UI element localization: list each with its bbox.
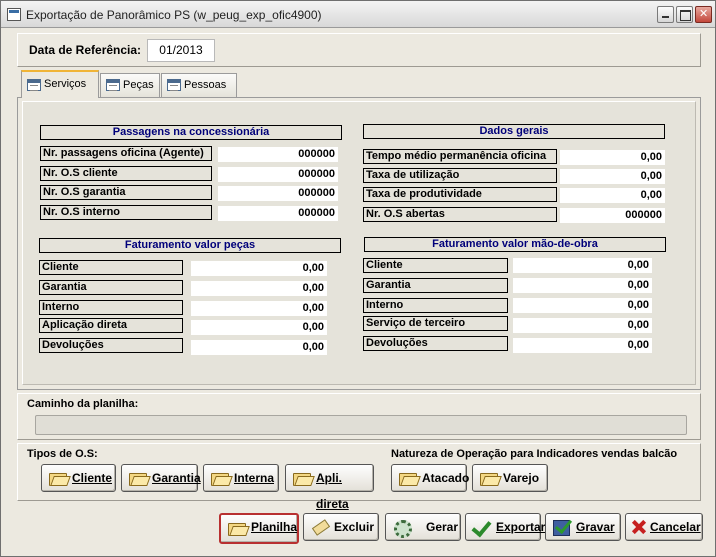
- tipo-garantia-label: Garantia: [152, 471, 201, 485]
- folder-open-icon: [49, 471, 67, 486]
- fat-mao-obra-row-label: Serviço de terceiro: [363, 316, 508, 331]
- folder-open-icon: [129, 471, 147, 486]
- tab-pecas-label: Peças: [123, 79, 154, 91]
- tipo-cliente-button[interactable]: Cliente: [41, 464, 116, 492]
- folder-open-icon: [399, 471, 417, 486]
- grid-icon: [167, 79, 181, 91]
- dados-gerais-row-value[interactable]: 0,00: [560, 150, 665, 165]
- reference-date-label: Data de Referência:: [29, 43, 142, 57]
- tab-servicos[interactable]: Serviços: [21, 70, 99, 98]
- dados-gerais-row-value[interactable]: 0,00: [560, 188, 665, 203]
- passagens-header: Passagens na concessionária: [40, 125, 342, 140]
- tipo-apli-direta-button[interactable]: Apli. direta: [285, 464, 374, 511]
- passagens-row-label: Nr. O.S cliente: [40, 166, 212, 181]
- fat-mao-obra-row-label: Interno: [363, 298, 508, 313]
- planilha-button[interactable]: Planilha: [219, 513, 299, 544]
- passagens-row-value[interactable]: 000000: [218, 167, 338, 182]
- gravar-label: Gravar: [576, 520, 615, 534]
- main-window: Exportação de Panorâmico PS (w_peug_exp_…: [0, 0, 716, 557]
- fat-pecas-row-label: Interno: [39, 300, 183, 315]
- natureza-atacado-label: Atacado: [422, 471, 470, 485]
- tab-pessoas[interactable]: Pessoas: [161, 73, 237, 97]
- excluir-button[interactable]: Excluir: [303, 513, 379, 541]
- natureza-varejo-label: Varejo: [503, 471, 540, 485]
- tab-servicos-label: Serviços: [44, 78, 87, 90]
- window-title: Exportação de Panorâmico PS (w_peug_exp_…: [26, 8, 322, 22]
- minimize-button[interactable]: [657, 6, 674, 23]
- fat-pecas-header: Faturamento valor peças: [39, 238, 341, 253]
- folder-open-icon: [211, 471, 229, 486]
- fat-mao-obra-row-value[interactable]: 0,00: [513, 278, 652, 293]
- eraser-icon: [311, 520, 329, 534]
- cancelar-label: Cancelar: [650, 520, 701, 534]
- dados-gerais-row-label: Taxa de utilização: [363, 168, 557, 183]
- natureza-varejo-button[interactable]: Varejo: [472, 464, 548, 492]
- save-disk-icon: [553, 520, 571, 536]
- passagens-row-value[interactable]: 000000: [218, 186, 338, 201]
- gerar-button[interactable]: Gerar: [385, 513, 461, 541]
- app-window-icon: [7, 8, 21, 21]
- fat-pecas-row-value[interactable]: 0,00: [191, 340, 327, 355]
- tipo-garantia-button[interactable]: Garantia: [121, 464, 201, 492]
- fat-mao-obra-row-label: Garantia: [363, 278, 508, 293]
- planilha-label: Planilha: [251, 520, 298, 534]
- fat-pecas-row-value[interactable]: 0,00: [191, 320, 327, 335]
- natureza-label: Natureza de Operação para Indicadores ve…: [391, 448, 678, 460]
- passagens-row-label: Nr. passagens oficina (Agente): [40, 146, 212, 161]
- folder-open-icon: [293, 471, 311, 486]
- dados-gerais-row-value[interactable]: 000000: [560, 208, 665, 223]
- gerar-label: Gerar: [426, 520, 459, 534]
- fat-mao-obra-row-value[interactable]: 0,00: [513, 318, 652, 333]
- exportar-button[interactable]: Exportar: [465, 513, 545, 541]
- spreadsheet-path-field[interactable]: [35, 415, 687, 435]
- natureza-atacado-button[interactable]: Atacado: [391, 464, 470, 492]
- grid-icon: [27, 79, 41, 91]
- tipo-apli-direta-label: Apli. direta: [316, 471, 349, 511]
- gear-icon: [393, 520, 412, 538]
- folder-open-icon: [480, 471, 498, 486]
- excluir-label: Excluir: [334, 520, 375, 534]
- fat-pecas-row-value[interactable]: 0,00: [191, 301, 327, 316]
- fat-mao-obra-row-label: Cliente: [363, 258, 508, 273]
- gravar-button[interactable]: Gravar: [545, 513, 621, 541]
- passagens-row-value[interactable]: 000000: [218, 147, 338, 162]
- fat-pecas-row-label: Garantia: [39, 280, 183, 295]
- tab-pecas[interactable]: Peças: [100, 73, 160, 97]
- checkmark-icon: [473, 520, 491, 534]
- tipo-interna-button[interactable]: Interna: [203, 464, 279, 492]
- dados-gerais-row-label: Tempo médio permanência oficina: [363, 149, 557, 164]
- fat-pecas-row-label: Cliente: [39, 260, 183, 275]
- tipos-os-label: Tipos de O.S:: [27, 448, 98, 460]
- passagens-row-value[interactable]: 000000: [218, 206, 338, 221]
- folder-open-icon: [228, 521, 246, 536]
- fat-pecas-row-value[interactable]: 0,00: [191, 261, 327, 276]
- path-label: Caminho da planilha:: [27, 398, 139, 410]
- fat-pecas-row-label: Aplicação direta: [39, 318, 183, 333]
- dados-gerais-header: Dados gerais: [363, 124, 665, 139]
- fat-mao-obra-row-value[interactable]: 0,00: [513, 258, 652, 273]
- passagens-row-label: Nr. O.S garantia: [40, 185, 212, 200]
- tab-pessoas-label: Pessoas: [184, 79, 227, 91]
- fat-mao-obra-row-value[interactable]: 0,00: [513, 338, 652, 353]
- grid-icon: [106, 79, 120, 91]
- fat-mao-obra-row-label: Devoluções: [363, 336, 508, 351]
- red-x-icon: [631, 520, 649, 534]
- fat-mao-obra-header: Faturamento valor mão-de-obra: [364, 237, 666, 252]
- dados-gerais-row-label: Taxa de produtividade: [363, 187, 557, 202]
- fat-pecas-row-value[interactable]: 0,00: [191, 281, 327, 296]
- dados-gerais-row-value[interactable]: 0,00: [560, 169, 665, 184]
- close-window-button[interactable]: [695, 6, 712, 23]
- fat-pecas-row-label: Devoluções: [39, 338, 183, 353]
- tipo-interna-label: Interna: [234, 471, 275, 485]
- reference-date-input[interactable]: 01/2013: [147, 39, 215, 62]
- title-bar: Exportação de Panorâmico PS (w_peug_exp_…: [1, 1, 715, 28]
- cancelar-button[interactable]: Cancelar: [625, 513, 703, 541]
- exportar-label: Exportar: [496, 520, 546, 534]
- tipo-cliente-label: Cliente: [72, 471, 113, 485]
- dados-gerais-row-label: Nr. O.S abertas: [363, 207, 557, 222]
- maximize-button[interactable]: [676, 6, 693, 23]
- fat-mao-obra-row-value[interactable]: 0,00: [513, 298, 652, 313]
- passagens-row-label: Nr. O.S interno: [40, 205, 212, 220]
